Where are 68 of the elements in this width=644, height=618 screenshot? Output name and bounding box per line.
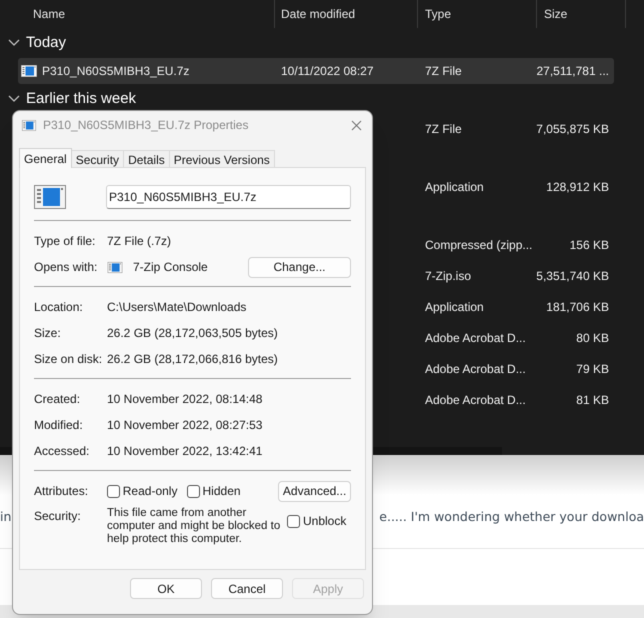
- type-text: Compressed (zipp...: [425, 238, 532, 252]
- type-text: 7Z File: [425, 64, 462, 78]
- dialog-button[interactable]: OK: [130, 578, 202, 599]
- size-text: 27,511,781 ...: [536, 64, 609, 78]
- change-button[interactable]: Change...: [248, 256, 351, 278]
- column-header[interactable]: Type: [425, 5, 452, 23]
- file-icon: [21, 65, 37, 77]
- file-name-field[interactable]: P310_N60S5MIBH3_EU.7z: [106, 185, 351, 209]
- security-note: This file came from another computer and might be blocked to help protect this computer.: [107, 507, 282, 546]
- type-text: Adobe Acrobat D...: [425, 393, 526, 407]
- window-title: P310_N60S5MIBH3_EU.7z Properties: [43, 117, 250, 134]
- field-value: 26.2 GB (28,172,066,816 bytes): [107, 351, 278, 368]
- field-label: Opens with:: [34, 259, 98, 276]
- chevron-icon[interactable]: [8, 39, 20, 47]
- column-header[interactable]: Date modified: [281, 5, 356, 23]
- field-label: Size on disk:: [34, 351, 104, 368]
- tab[interactable]: Security: [72, 150, 124, 167]
- size-text: 128,912 KB: [546, 180, 609, 194]
- type-text: Adobe Acrobat D...: [425, 362, 526, 376]
- file-icon: [22, 120, 36, 130]
- file-icon: [107, 262, 123, 272]
- file-name: P310_N60S5MIBH3_EU.7z: [42, 63, 190, 80]
- dialog-button[interactable]: Cancel: [211, 578, 283, 599]
- size-text: 79 KB: [576, 362, 609, 376]
- advanced-button[interactable]: Advanced...: [278, 480, 351, 502]
- size-text: 156 KB: [570, 238, 609, 252]
- field-label: Size:: [34, 325, 62, 342]
- field-value: 26.2 GB (28,172,063,505 bytes): [107, 325, 278, 342]
- size-text: 80 KB: [576, 331, 609, 345]
- checkbox[interactable]: Unblock: [287, 512, 346, 530]
- field-value: 10 November 2022, 08:27:53: [107, 417, 262, 434]
- column-header[interactable]: Size: [544, 5, 568, 23]
- field-label: Accessed:: [34, 443, 90, 460]
- post-text: e..... I'm wondering whether your downloa: [379, 508, 644, 526]
- checkbox[interactable]: Read-only: [106, 482, 187, 500]
- type-text: 7-Zip.iso: [425, 269, 472, 283]
- size-text: 81 KB: [576, 393, 609, 407]
- file-icon: [34, 185, 66, 209]
- file-row[interactable]: P310_N60S5MIBH3_EU.7z 10/11/2022 08:27 7Z File 27,511,781 ...: [18, 58, 614, 84]
- chevron-icon[interactable]: [8, 95, 20, 103]
- size-text: 181,706 KB: [546, 300, 609, 314]
- size-text: 7,055,875 KB: [536, 122, 609, 136]
- field-value: 10 November 2022, 13:42:41: [107, 443, 262, 460]
- tab[interactable]: General: [19, 148, 72, 168]
- group-header: Today: [26, 32, 66, 53]
- date-text: 10/11/2022 08:27: [281, 64, 374, 78]
- close-icon[interactable]: [351, 120, 362, 130]
- field-value: 10 November 2022, 08:14:48: [107, 391, 262, 408]
- field-label: Modified:: [34, 417, 84, 434]
- type-text: Application: [425, 180, 484, 194]
- type-text: 7Z File: [425, 122, 462, 136]
- tab[interactable]: Details: [124, 150, 170, 167]
- field-value: 7-Zip Console: [133, 259, 209, 276]
- field-label: Type of file:: [34, 233, 96, 250]
- field-label: Location:: [34, 299, 84, 316]
- column-header[interactable]: Name: [33, 5, 66, 23]
- field-value: C:\Users\Mate\Downloads: [107, 299, 246, 316]
- type-text: Application: [425, 300, 484, 314]
- field-label: Attributes:: [34, 483, 90, 500]
- field-value: 7Z File (.7z): [107, 233, 172, 250]
- field-label: Security:: [34, 508, 82, 525]
- size-text: 5,351,740 KB: [536, 269, 609, 283]
- post-text: in: [0, 508, 12, 526]
- group-header: Earlier this week: [26, 88, 136, 109]
- checkbox[interactable]: Hidden: [186, 482, 278, 500]
- field-label: Created:: [34, 391, 82, 408]
- type-text: Adobe Acrobat D...: [425, 331, 526, 345]
- tab[interactable]: Previous Versions: [170, 150, 275, 167]
